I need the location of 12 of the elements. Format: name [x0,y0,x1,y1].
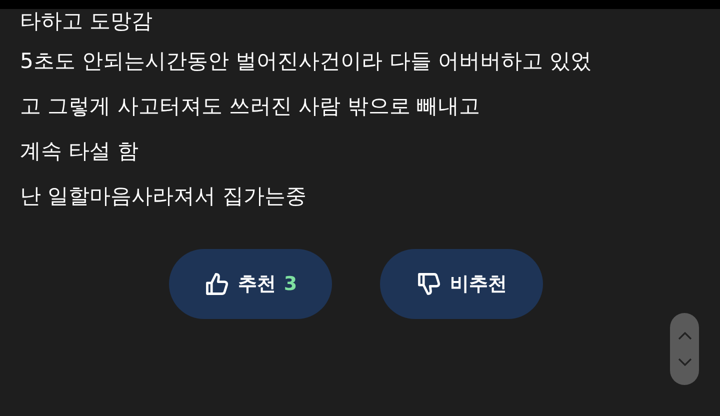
thumbs-up-icon [204,271,230,297]
post-text-line: 계속 타설 함 [20,138,140,165]
upvote-button[interactable]: 추천 3 [169,249,332,319]
thumbs-down-icon [416,271,442,297]
post-text-line: 타하고 도망감 [20,9,154,35]
post-text-line: 난 일할마음사라져서 집가는중 [20,183,308,210]
post-text-line: 5초도 안되는시간동안 벌어진사건이라 다들 어버버하고 있었 [20,48,593,75]
chevron-down-icon[interactable] [678,358,692,366]
chevron-up-icon[interactable] [678,332,692,340]
post-text-line: 고 그렇게 사고터져도 쓰러진 사람 밖으로 빼내고 [20,93,482,120]
downvote-button[interactable]: 비추천 [380,249,543,319]
scroll-control[interactable] [670,313,699,385]
